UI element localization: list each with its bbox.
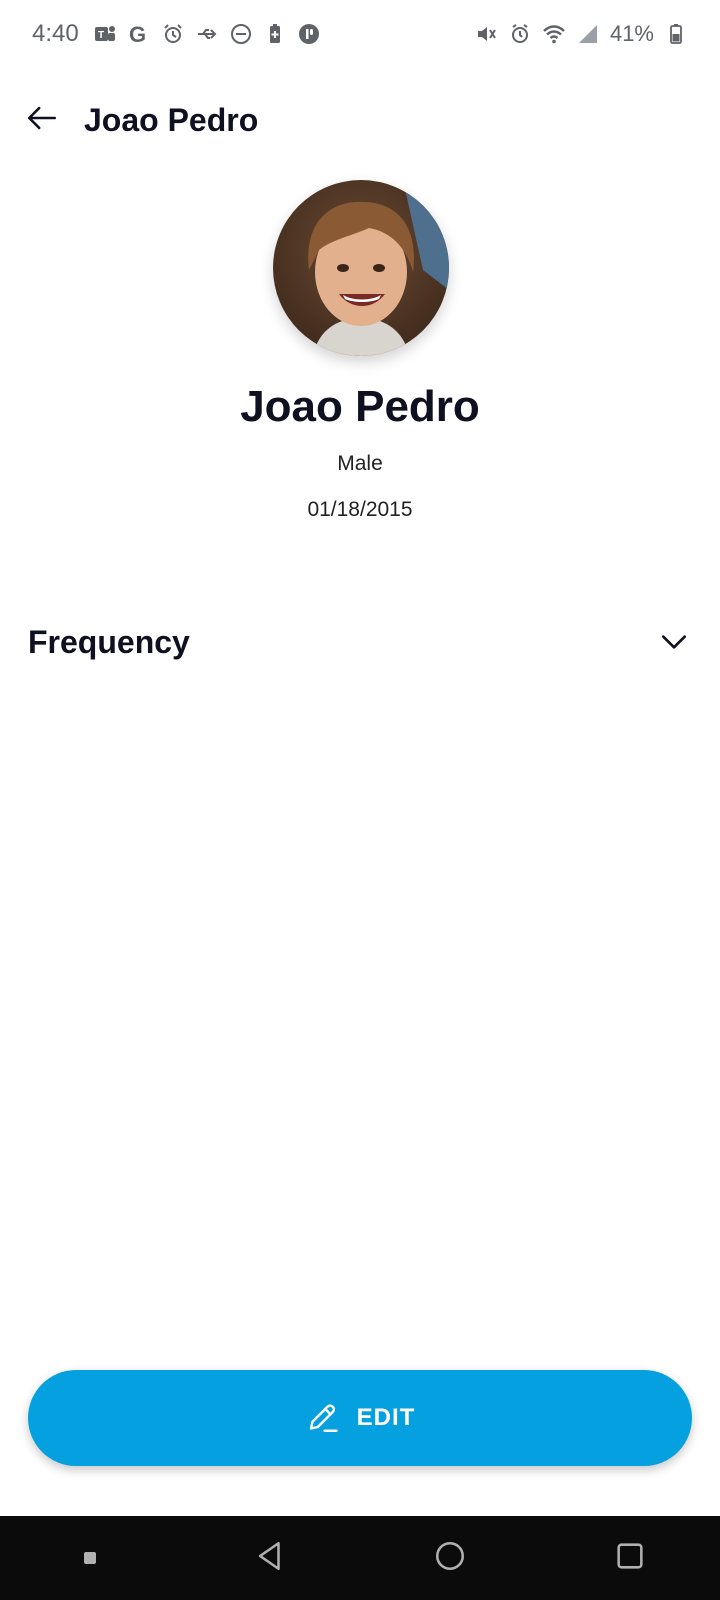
battery-saver-icon [263,22,287,46]
wifi-icon [542,22,566,46]
frequency-section-toggle[interactable]: Frequency [28,612,692,672]
top-app-bar: Joao Pedro [0,80,720,160]
status-time: 4:40 [32,20,79,47]
profile-birthdate: 01/18/2015 [307,498,413,521]
battery-percent: 41% [609,21,654,46]
dnd-icon [229,22,253,46]
app-icon [297,22,321,46]
usb-icon [195,22,219,46]
edit-button-label: EDIT [356,1404,416,1431]
dot-icon [84,1552,96,1564]
recents-square-icon [613,1539,647,1578]
home-circle-icon [433,1539,467,1578]
status-right: 41% [474,21,688,47]
system-nav-bar [0,1516,720,1600]
alarm-snooze-icon [161,22,185,46]
svg-text:G: G [129,22,146,46]
profile-name: Joao Pedro [240,382,480,431]
back-triangle-icon [253,1539,287,1578]
arrow-left-icon [25,101,59,140]
edit-button[interactable]: EDIT [28,1370,692,1466]
status-left: 4:40 T G [32,20,321,48]
chevron-down-icon [656,624,692,660]
nav-back-button[interactable] [240,1528,300,1588]
battery-icon [664,22,688,46]
nav-home-button[interactable] [420,1528,480,1588]
nav-dot-button[interactable] [60,1528,120,1588]
frequency-title: Frequency [28,623,190,660]
profile-gender: Male [337,452,383,475]
teams-icon: T [93,22,117,46]
avatar [273,180,449,356]
alarm-icon [508,22,532,46]
status-bar: 4:40 T G 41% [0,0,720,68]
signal-icon [576,22,600,46]
avatar-image [273,180,449,356]
back-button[interactable] [12,90,72,150]
svg-text:T: T [98,30,104,41]
vibrate-icon [474,22,498,46]
page-title: Joao Pedro [84,101,259,138]
pencil-icon [305,1400,341,1436]
nav-recents-button[interactable] [600,1528,660,1588]
google-icon: G [127,22,151,46]
